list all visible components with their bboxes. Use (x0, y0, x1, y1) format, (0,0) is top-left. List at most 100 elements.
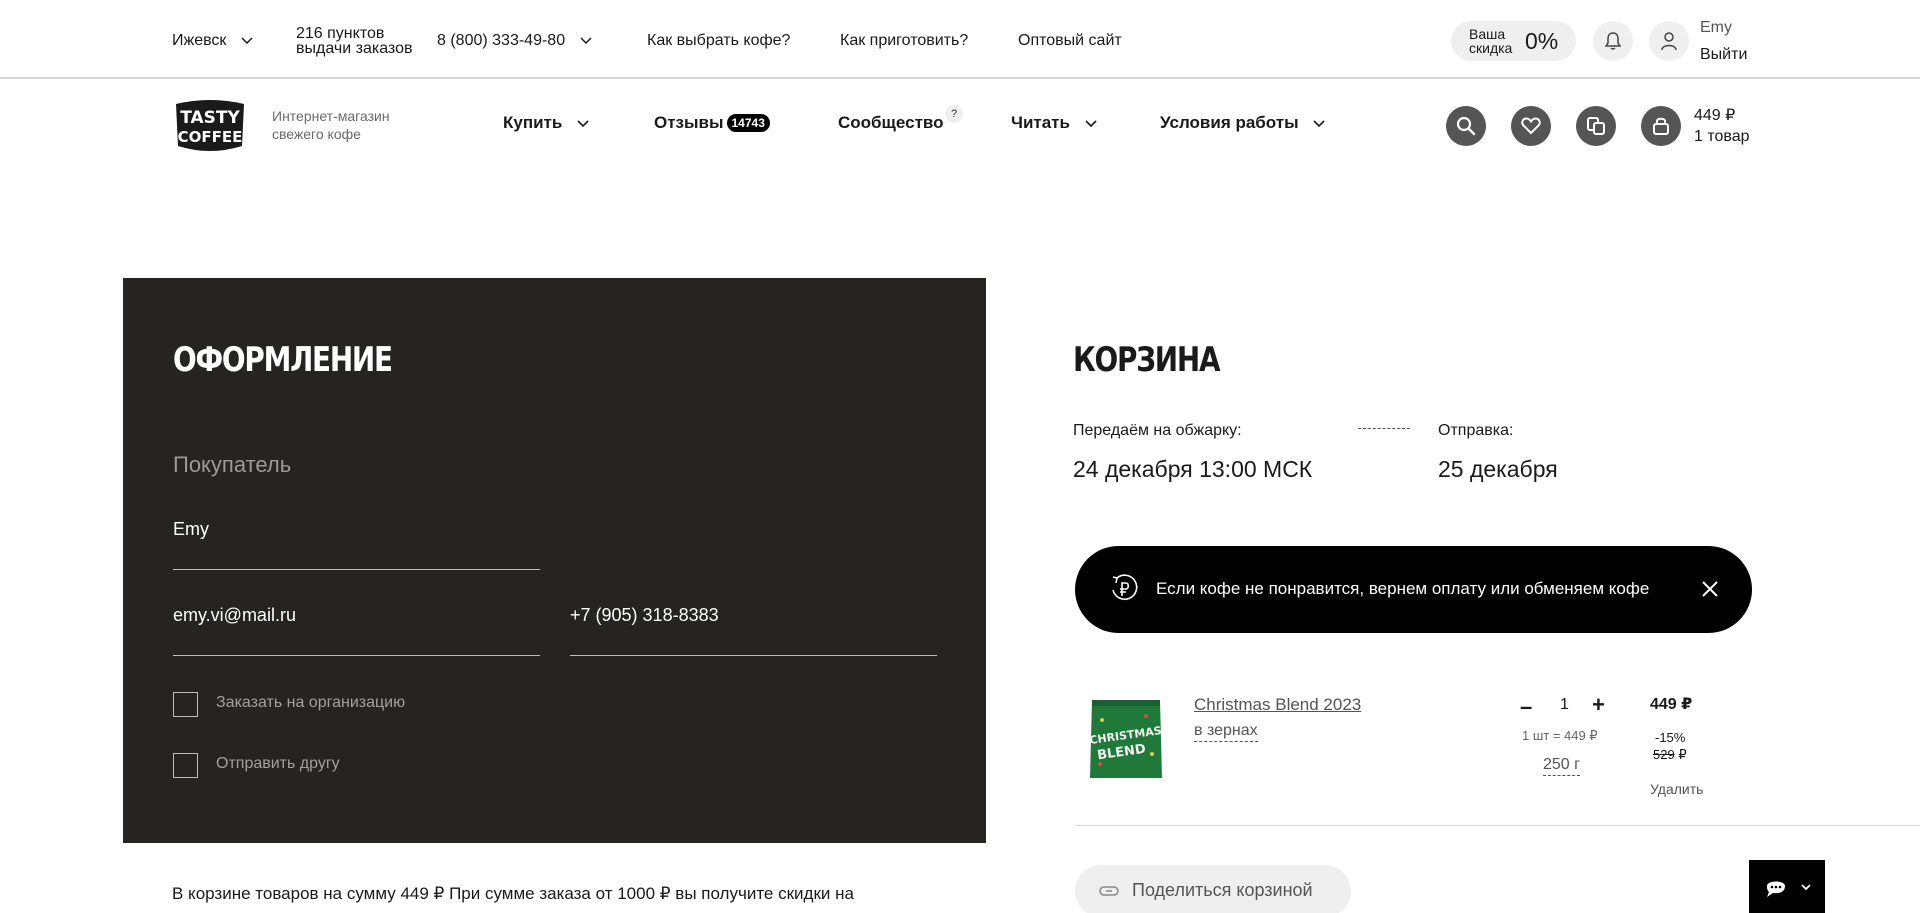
cart-divider (1075, 825, 1920, 826)
pickup-points-count: 216 пунктов (296, 25, 385, 42)
phone-number: 8 (800) 333-49-80 (437, 32, 566, 49)
checkout-panel: ОФОРМЛЕНИЕ Покупатель Emy emy.vi@mail.ru… (123, 278, 986, 843)
heart-icon (1521, 117, 1541, 135)
nav-community-label: Сообщество (838, 113, 944, 132)
cart-title: КОРЗИНА (1073, 340, 1221, 380)
nav-read-label: Читать (1011, 113, 1070, 132)
org-checkbox[interactable] (173, 692, 198, 717)
refund-icon (1112, 574, 1138, 600)
discount-label-1: Ваша (1469, 26, 1506, 42)
nav-community[interactable]: Сообщество (838, 113, 944, 133)
close-icon[interactable] (1701, 580, 1719, 598)
unit-price: 1 шт = 449 ₽ (1522, 728, 1598, 743)
compare-icon (1587, 117, 1605, 135)
org-checkbox-label[interactable]: Заказать на организацию (216, 694, 405, 712)
user-name: Emy (1700, 19, 1732, 36)
phone-field[interactable]: +7 (905) 318-8383 (570, 605, 719, 626)
discount-label-2: скидка (1469, 40, 1513, 56)
email-field-underline (173, 655, 540, 656)
delete-item-link[interactable]: Удалить (1650, 781, 1703, 797)
cart-total: 449 ₽ (1694, 107, 1736, 124)
name-field-underline (173, 569, 540, 570)
tagline-line1: Интернет-магазин (272, 108, 390, 124)
buyer-section-title: Покупатель (173, 452, 292, 477)
chevron-down-icon (1313, 119, 1325, 127)
chevron-down-icon (241, 37, 253, 44)
nav-terms[interactable]: Условия работы (1160, 113, 1325, 133)
friend-checkbox[interactable] (173, 753, 198, 778)
weight-selector[interactable]: 250 г (1543, 756, 1580, 776)
chevron-down-icon (577, 119, 589, 127)
site-logo[interactable]: TASTY COFFEE (172, 98, 248, 154)
cart-count: 1 товар (1694, 128, 1750, 145)
guarantee-banner: Если кофе не понравится, вернем оплату и… (1075, 546, 1752, 633)
tagline: Интернет-магазин свежего кофе (272, 107, 390, 143)
pickup-points-sub: выдачи заказов (296, 40, 413, 57)
grind-selector[interactable]: в зернах (1194, 722, 1258, 742)
logo-line2: COFFEE (178, 128, 243, 146)
pickup-points-link[interactable]: 216 пунктов выдачи заказов (296, 25, 413, 57)
coffee-package-image: CHRISTMAS BLEND (1089, 700, 1162, 778)
discount-pill[interactable]: Ваша скидка 0% (1451, 21, 1576, 61)
email-field[interactable]: emy.vi@mail.ru (173, 605, 296, 626)
phone-field-underline (570, 655, 937, 656)
checkout-title: ОФОРМЛЕНИЕ (173, 340, 393, 380)
cart-summary[interactable]: 449 ₽ 1 товар (1694, 105, 1750, 147)
share-cart-button[interactable]: Поделиться корзиной (1075, 865, 1351, 913)
ship-label: Отправка: (1438, 422, 1514, 439)
top-bar: Ижевск 216 пунктов выдачи заказов 8 (800… (0, 0, 1920, 79)
phone-selector[interactable]: 8 (800) 333-49-80 (437, 32, 592, 50)
item-old-price: 529 ₽ (1653, 747, 1687, 763)
item-discount: -15% (1655, 730, 1686, 745)
nav-terms-label: Условия работы (1160, 113, 1299, 132)
chat-icon (1767, 881, 1811, 897)
chevron-down-icon (1085, 119, 1097, 127)
name-field[interactable]: Emy (173, 519, 209, 540)
link-choose-coffee[interactable]: Как выбрать кофе? (647, 32, 790, 50)
share-cart-label: Поделиться корзиной (1132, 880, 1313, 900)
nav-reviews-label: Отзывы (654, 113, 724, 132)
timeline-divider (1358, 428, 1410, 429)
user-icon (1661, 32, 1677, 51)
logo-graphic: TASTY COFFEE (176, 100, 244, 151)
cart-button[interactable] (1641, 106, 1681, 146)
qty-decrease-button[interactable]: – (1520, 694, 1532, 720)
city-selector[interactable]: Ижевск (172, 32, 253, 50)
community-hint-icon[interactable]: ? (945, 105, 963, 123)
chevron-down-icon (580, 37, 592, 44)
search-button[interactable] (1446, 106, 1486, 146)
tagline-line2: свежего кофе (272, 126, 361, 142)
qty-increase-button[interactable]: + (1592, 692, 1605, 718)
discount-value: 0% (1525, 28, 1559, 54)
logout-link[interactable]: Выйти (1700, 46, 1747, 64)
city-label: Ижевск (172, 32, 227, 49)
roast-date: 24 декабря 13:00 МСК (1073, 456, 1313, 482)
old-price-value: 529 (1653, 747, 1675, 762)
search-icon (1456, 116, 1476, 136)
notifications-button[interactable] (1593, 21, 1633, 61)
nav-reviews[interactable]: Отзывы 14743 (654, 113, 770, 133)
link-wholesale[interactable]: Оптовый сайт (1018, 32, 1122, 50)
nav-buy-label: Купить (503, 113, 563, 132)
chat-widget-button[interactable] (1749, 860, 1825, 913)
friend-checkbox-label[interactable]: Отправить другу (216, 755, 340, 773)
nav-read[interactable]: Читать (1011, 113, 1097, 133)
link-how-to-brew[interactable]: Как приготовить? (840, 32, 968, 50)
qty-value[interactable]: 1 (1560, 696, 1569, 714)
ship-date: 25 декабря (1438, 456, 1558, 482)
logo-line1: TASTY (180, 108, 240, 128)
product-image[interactable]: CHRISTMAS BLEND (1088, 694, 1164, 782)
nav-buy[interactable]: Купить (503, 113, 589, 133)
guarantee-text: Если кофе не понравится, вернем оплату и… (1156, 579, 1650, 598)
roast-label: Передаём на обжарку: (1073, 422, 1242, 439)
old-price-currency: ₽ (1678, 747, 1687, 762)
reviews-count-badge: 14743 (726, 113, 770, 132)
link-icon (1099, 886, 1119, 896)
item-price: 449 ₽ (1650, 696, 1693, 713)
bell-icon (1604, 32, 1622, 50)
compare-button[interactable] (1576, 106, 1616, 146)
bag-icon (1653, 117, 1669, 135)
profile-button[interactable] (1649, 21, 1689, 61)
product-name-link[interactable]: Christmas Blend 2023 (1194, 695, 1361, 715)
favorites-button[interactable] (1511, 106, 1551, 146)
